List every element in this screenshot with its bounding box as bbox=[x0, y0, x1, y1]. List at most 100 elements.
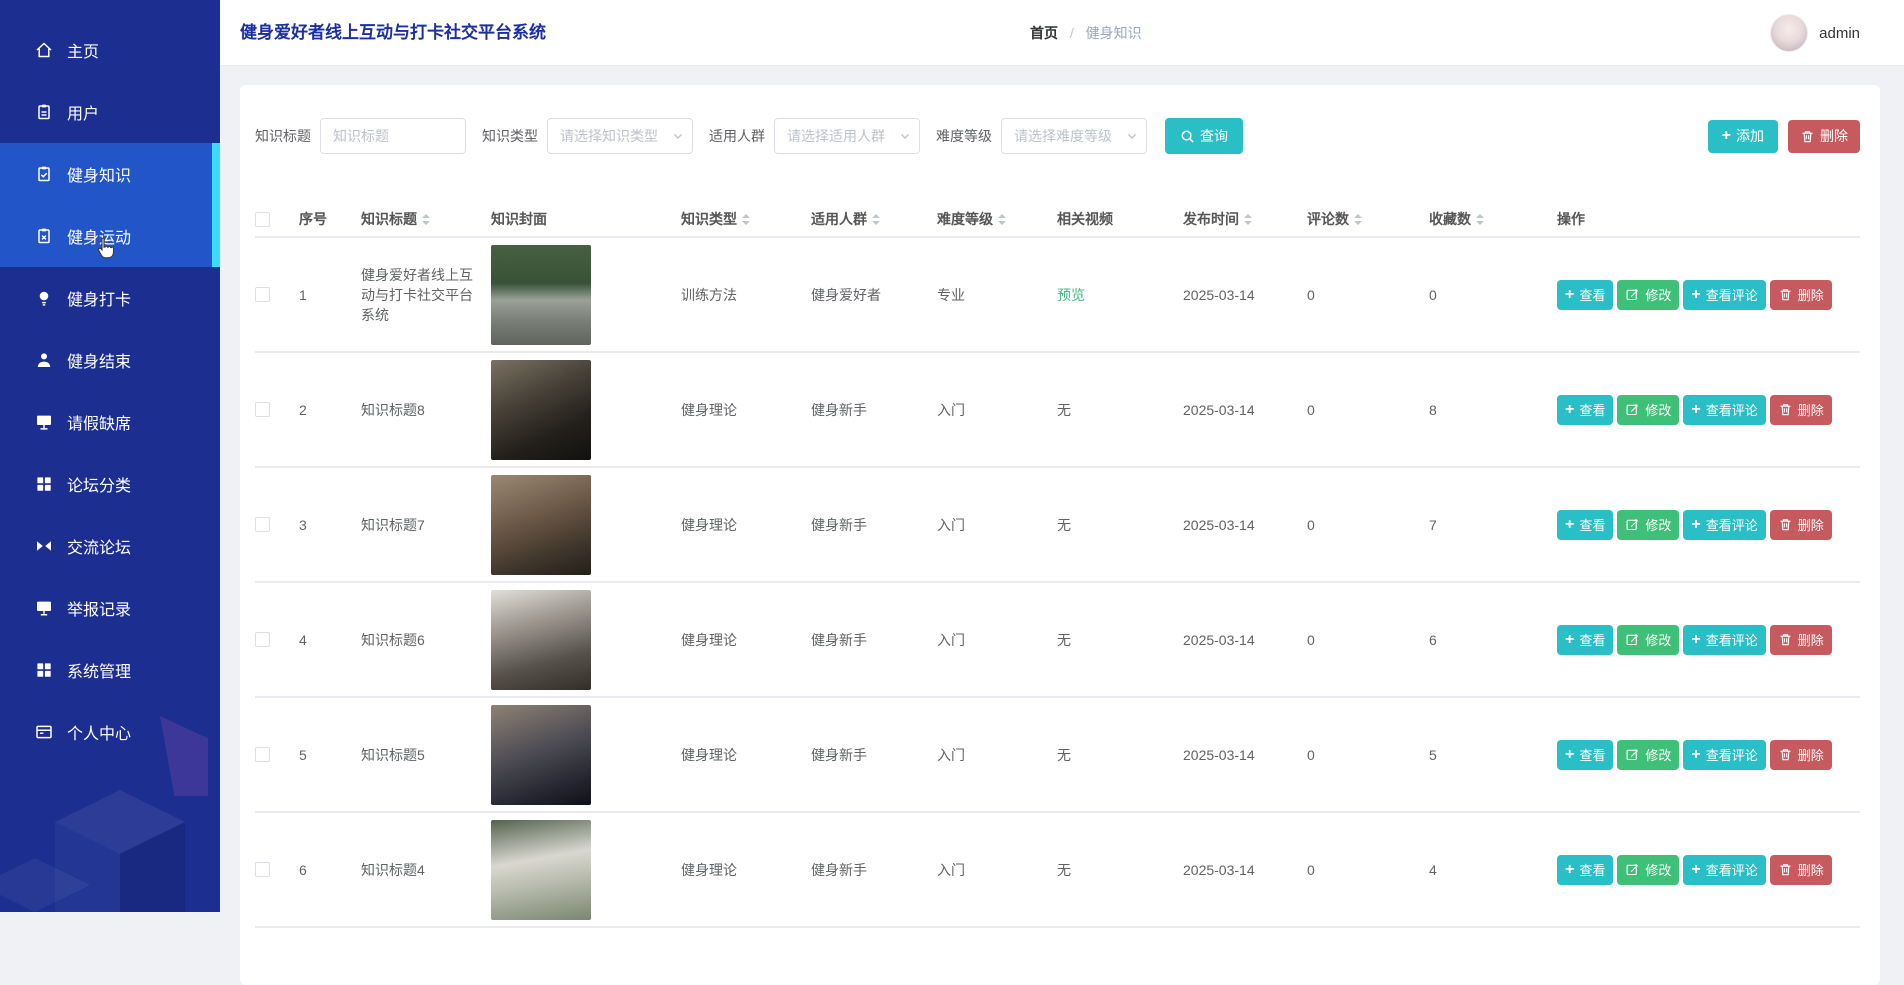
row-action-修改[interactable]: 修改 bbox=[1617, 740, 1679, 770]
user-menu[interactable]: admin bbox=[1770, 0, 1860, 66]
row-action-查看[interactable]: +查看 bbox=[1557, 740, 1613, 770]
row-title: 知识标题6 bbox=[361, 630, 491, 650]
row-action-查看评论[interactable]: +查看评论 bbox=[1683, 625, 1765, 655]
bulb-icon bbox=[34, 288, 54, 308]
sidebar-item-system-management[interactable]: 系统管理 bbox=[0, 639, 220, 701]
sidebar-item-fitness-knowledge[interactable]: 健身知识 bbox=[0, 143, 220, 205]
cover-cell bbox=[491, 820, 681, 920]
audience-select[interactable]: 请选择适用人群 bbox=[774, 118, 920, 154]
table-row: 2知识标题8健身理论健身新手入门无2025-03-1408+查看修改+查看评论删… bbox=[255, 353, 1860, 468]
cover-image-man-flexing-black-tee[interactable] bbox=[491, 590, 591, 690]
row-action-删除[interactable]: 删除 bbox=[1770, 625, 1832, 655]
cover-image-man-white-tank[interactable] bbox=[491, 820, 591, 920]
cover-image-cyclist-on-road[interactable] bbox=[491, 245, 591, 345]
row-action-查看评论[interactable]: +查看评论 bbox=[1683, 855, 1765, 885]
delete-button[interactable]: 删除 bbox=[1788, 120, 1860, 153]
col-header-label: 发布时间 bbox=[1183, 209, 1239, 229]
row-action-查看[interactable]: +查看 bbox=[1557, 510, 1613, 540]
row-checkbox[interactable] bbox=[255, 632, 270, 647]
sort-caret-icon[interactable] bbox=[1244, 214, 1252, 225]
title-search-input[interactable] bbox=[320, 118, 466, 154]
sidebar-item-checkin[interactable]: 健身打卡 bbox=[0, 267, 220, 329]
sort-caret-icon[interactable] bbox=[872, 214, 880, 225]
cover-image-dark-gym-interior[interactable] bbox=[491, 360, 591, 460]
row-action-修改[interactable]: 修改 bbox=[1617, 395, 1679, 425]
sort-caret-icon[interactable] bbox=[742, 214, 750, 225]
col-header-level[interactable]: 难度等级 bbox=[937, 209, 1057, 229]
col-header-label: 难度等级 bbox=[937, 209, 993, 229]
row-action-查看评论[interactable]: +查看评论 bbox=[1683, 395, 1765, 425]
trash-icon bbox=[1800, 129, 1815, 144]
add-button[interactable]: + 添加 bbox=[1708, 120, 1778, 153]
row-checkbox[interactable] bbox=[255, 862, 270, 877]
row-video[interactable]: 预览 bbox=[1057, 285, 1183, 305]
row-action-删除[interactable]: 删除 bbox=[1770, 510, 1832, 540]
cover-image-man-navy-tank-gym[interactable] bbox=[491, 705, 591, 805]
sidebar-item-leave-absence[interactable]: 请假缺席 bbox=[0, 391, 220, 453]
col-header-date[interactable]: 发布时间 bbox=[1183, 209, 1307, 229]
plus-icon: + bbox=[1565, 402, 1574, 418]
select-all-checkbox[interactable] bbox=[255, 212, 270, 227]
row-date: 2025-03-14 bbox=[1183, 517, 1307, 533]
row-type: 健身理论 bbox=[681, 515, 811, 535]
row-action-查看[interactable]: +查看 bbox=[1557, 280, 1613, 310]
col-header-label: 操作 bbox=[1557, 209, 1585, 229]
row-action-删除[interactable]: 删除 bbox=[1770, 740, 1832, 770]
col-header-title[interactable]: 知识标题 bbox=[361, 209, 491, 229]
row-action-修改[interactable]: 修改 bbox=[1617, 855, 1679, 885]
sort-caret-icon[interactable] bbox=[1476, 214, 1484, 225]
row-checkbox[interactable] bbox=[255, 287, 270, 302]
avatar[interactable] bbox=[1770, 14, 1808, 52]
row-action-删除[interactable]: 删除 bbox=[1770, 855, 1832, 885]
sidebar-item-home[interactable]: 主页 bbox=[0, 19, 220, 81]
sidebar-item-forum-category[interactable]: 论坛分类 bbox=[0, 453, 220, 515]
filter-title-label: 知识标题 bbox=[255, 126, 311, 146]
row-checkbox[interactable] bbox=[255, 517, 270, 532]
sidebar-item-users[interactable]: 用户 bbox=[0, 81, 220, 143]
type-select[interactable]: 请选择知识类型 bbox=[547, 118, 693, 154]
row-comments: 0 bbox=[1307, 287, 1429, 303]
action-label: 查看评论 bbox=[1706, 745, 1758, 764]
col-header-audience[interactable]: 适用人群 bbox=[811, 209, 937, 229]
table-body: 1健身爱好者线上互动与打卡社交平台系统训练方法健身爱好者专业预览2025-03-… bbox=[255, 238, 1860, 928]
sidebar-item-fitness-exercise[interactable]: 健身运动 bbox=[0, 205, 220, 267]
page-title: 健身爱好者线上互动与打卡社交平台系统 bbox=[240, 0, 546, 66]
table-row: 4知识标题6健身理论健身新手入门无2025-03-1406+查看修改+查看评论删… bbox=[255, 583, 1860, 698]
row-action-查看评论[interactable]: +查看评论 bbox=[1683, 740, 1765, 770]
col-header-comments[interactable]: 评论数 bbox=[1307, 209, 1429, 229]
row-action-修改[interactable]: 修改 bbox=[1617, 280, 1679, 310]
row-action-查看评论[interactable]: +查看评论 bbox=[1683, 510, 1765, 540]
row-action-查看评论[interactable]: +查看评论 bbox=[1683, 280, 1765, 310]
cover-image-man-drinking-shake-gym[interactable] bbox=[491, 475, 591, 575]
sidebar-item-forum[interactable]: 交流论坛 bbox=[0, 515, 220, 577]
sort-caret-icon[interactable] bbox=[998, 214, 1006, 225]
row-index: 5 bbox=[299, 747, 361, 763]
row-checkbox[interactable] bbox=[255, 747, 270, 762]
row-action-修改[interactable]: 修改 bbox=[1617, 625, 1679, 655]
row-action-删除[interactable]: 删除 bbox=[1770, 395, 1832, 425]
row-checkbox[interactable] bbox=[255, 402, 270, 417]
level-select[interactable]: 请选择难度等级 bbox=[1001, 118, 1147, 154]
row-favorites: 5 bbox=[1429, 747, 1557, 763]
row-action-删除[interactable]: 删除 bbox=[1770, 280, 1832, 310]
sidebar-item-report-records[interactable]: 举报记录 bbox=[0, 577, 220, 639]
sort-caret-icon[interactable] bbox=[422, 214, 430, 225]
search-button[interactable]: 查询 bbox=[1165, 118, 1243, 154]
col-header-favorites[interactable]: 收藏数 bbox=[1429, 209, 1557, 229]
row-level: 入门 bbox=[937, 860, 1057, 880]
sort-caret-icon[interactable] bbox=[1354, 214, 1362, 225]
row-action-修改[interactable]: 修改 bbox=[1617, 510, 1679, 540]
row-level: 入门 bbox=[937, 630, 1057, 650]
row-action-查看[interactable]: +查看 bbox=[1557, 395, 1613, 425]
col-header-type[interactable]: 知识类型 bbox=[681, 209, 811, 229]
action-label: 修改 bbox=[1645, 285, 1671, 304]
row-title: 知识标题4 bbox=[361, 860, 491, 880]
sidebar-item-fitness-end[interactable]: 健身结束 bbox=[0, 329, 220, 391]
row-action-查看[interactable]: +查看 bbox=[1557, 855, 1613, 885]
trash-icon bbox=[1778, 747, 1793, 762]
edit-icon bbox=[1625, 517, 1640, 532]
breadcrumb-home[interactable]: 首页 bbox=[1030, 25, 1058, 41]
row-action-查看[interactable]: +查看 bbox=[1557, 625, 1613, 655]
sidebar-item-personal-center[interactable]: 个人中心 bbox=[0, 701, 220, 763]
trash-icon bbox=[1778, 517, 1793, 532]
